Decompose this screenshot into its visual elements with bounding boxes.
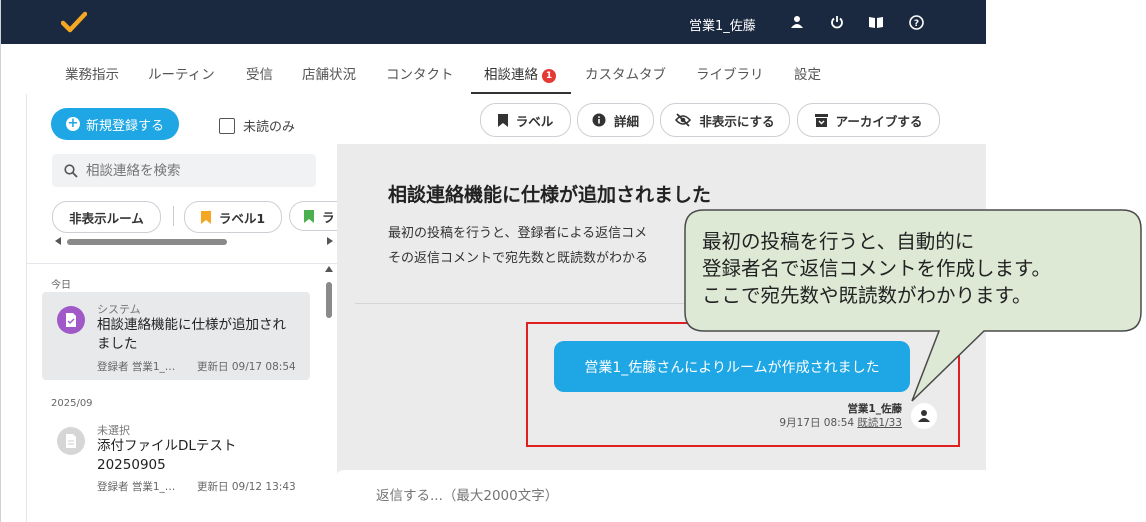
- orange-bookmark-icon: [200, 210, 211, 224]
- book-icon[interactable]: [865, 11, 887, 33]
- unread-only-checkbox[interactable]: [219, 117, 235, 134]
- chip-label-1[interactable]: ラベル1: [184, 201, 282, 233]
- tab-business-instructions[interactable]: 業務指示: [65, 63, 119, 83]
- power-icon[interactable]: [826, 11, 848, 33]
- search-input[interactable]: [86, 162, 306, 179]
- callout-line: ここで宛先数や既読数がわかります。: [702, 284, 1032, 307]
- archive-icon: [814, 113, 828, 127]
- list-item-title: 相談連絡機能に仕様が追加されました: [97, 317, 286, 352]
- reply-input[interactable]: [376, 488, 776, 504]
- scroll-left-arrow-icon[interactable]: [55, 237, 61, 245]
- label-button-text: ラベル: [515, 113, 554, 129]
- scrollbar-thumb[interactable]: [326, 282, 332, 318]
- callout-text: 最初の投稿を行うと、自動的に 登録者名で返信コメントを作成します。 ここで宛先数…: [702, 228, 1132, 309]
- list-item-title: 添付ファイルDLテスト20250905: [97, 438, 237, 473]
- plus-icon: +: [65, 116, 80, 131]
- tab-contact[interactable]: コンタクト: [386, 63, 454, 83]
- tab-library[interactable]: ライブラリ: [696, 63, 764, 83]
- archive-button[interactable]: アーカイブする: [797, 103, 940, 137]
- post-title: 相談連絡機能に仕様が追加されました: [388, 184, 712, 206]
- tab-settings[interactable]: 設定: [794, 63, 821, 83]
- chip-label-2-label: ラ: [322, 209, 335, 225]
- callout-line: 登録者名で返信コメントを作成します。: [702, 257, 1052, 280]
- tab-routine[interactable]: ルーティン: [148, 63, 215, 83]
- list-item-updated: 更新日 09/12 13:43: [197, 481, 296, 493]
- search-icon: [64, 163, 78, 178]
- group-label-today: 今日: [51, 280, 71, 291]
- list-item-sender: システム: [97, 303, 141, 316]
- scrollbar-thumb[interactable]: [67, 239, 227, 245]
- list-vertical-scrollbar[interactable]: [325, 266, 333, 522]
- system-document-icon: [57, 306, 85, 334]
- chip-hidden-rooms[interactable]: 非表示ルーム: [52, 201, 161, 233]
- unread-only-label: 未読のみ: [243, 120, 296, 135]
- top-bar: 営業1_佐藤 ?: [1, 0, 986, 44]
- current-user-name[interactable]: 営業1_佐藤: [689, 15, 756, 34]
- unread-badge: 1: [542, 69, 556, 83]
- divider: [27, 263, 337, 264]
- eye-off-icon: [675, 113, 692, 127]
- tab-consultation-label: 相談連絡: [484, 67, 538, 83]
- tab-inbox[interactable]: 受信: [246, 63, 273, 83]
- hide-button-text: 非表示にする: [699, 113, 775, 129]
- info-icon: [592, 113, 606, 127]
- list-item-registrant: 登録者 営業1_…: [97, 361, 176, 373]
- filter-chip-row: 非表示ルーム ラベル1 ラ: [52, 201, 338, 235]
- list-item[interactable]: システム 相談連絡機能に仕様が追加されました 登録者 営業1_… 更新日 09/…: [42, 292, 310, 380]
- help-icon[interactable]: ?: [905, 11, 927, 33]
- archive-button-text: アーカイブする: [835, 113, 923, 129]
- search-box[interactable]: [52, 154, 316, 187]
- checkmark-logo-icon[interactable]: [60, 11, 88, 33]
- room-list-panel: + 新規登録する 未読のみ 非表示ルーム ラベル1 ラ: [26, 94, 338, 522]
- chip-separator: [173, 206, 174, 226]
- chip-hidden-rooms-label: 非表示ルーム: [69, 210, 144, 226]
- list-item[interactable]: 未選択 添付ファイルDLテスト20250905 登録者 営業1_… 更新日 09…: [42, 414, 310, 502]
- label-button[interactable]: ラベル: [480, 103, 571, 137]
- tab-consultation[interactable]: 相談連絡 1: [484, 63, 556, 83]
- room-toolbar: ラベル 詳細 非表示にする アーカイブする: [337, 94, 986, 144]
- new-registration-button[interactable]: + 新規登録する: [51, 108, 179, 140]
- scroll-right-arrow-icon[interactable]: [327, 237, 333, 245]
- list-item-sender: 未選択: [97, 424, 130, 437]
- new-registration-label: 新規登録する: [85, 118, 164, 134]
- document-icon: [57, 427, 85, 455]
- detail-button-text: 詳細: [613, 113, 639, 129]
- group-label-month: 2025/09: [51, 398, 93, 409]
- tab-store-status[interactable]: 店舗状況: [302, 63, 356, 83]
- svg-text:?: ?: [913, 19, 918, 29]
- callout-line: 最初の投稿を行うと、自動的に: [702, 230, 975, 253]
- user-icon[interactable]: [786, 11, 808, 33]
- bookmark-icon: [497, 113, 508, 127]
- reply-area[interactable]: [337, 470, 986, 522]
- scroll-up-arrow-icon[interactable]: [325, 266, 333, 272]
- chip-horizontal-scrollbar[interactable]: [55, 237, 333, 245]
- detail-button[interactable]: 詳細: [577, 103, 654, 137]
- main-nav: 業務指示 ルーティン 受信 店舗状況 コンタクト 相談連絡 1 カスタムタブ ライ…: [1, 44, 986, 94]
- list-item-registrant: 登録者 営業1_…: [97, 481, 176, 493]
- list-item-updated: 更新日 09/17 08:54: [197, 361, 296, 373]
- unread-only-toggle[interactable]: 未読のみ: [219, 116, 295, 135]
- chip-label-2[interactable]: ラ: [289, 201, 338, 231]
- tab-custom[interactable]: カスタムタブ: [585, 63, 666, 83]
- green-bookmark-icon: [304, 209, 314, 223]
- hide-button[interactable]: 非表示にする: [660, 103, 790, 137]
- callout-annotation: 最初の投稿を行うと、自動的に 登録者名で返信コメントを作成します。 ここで宛先数…: [684, 209, 1142, 402]
- chip-label-1-label: ラベル1: [218, 210, 266, 226]
